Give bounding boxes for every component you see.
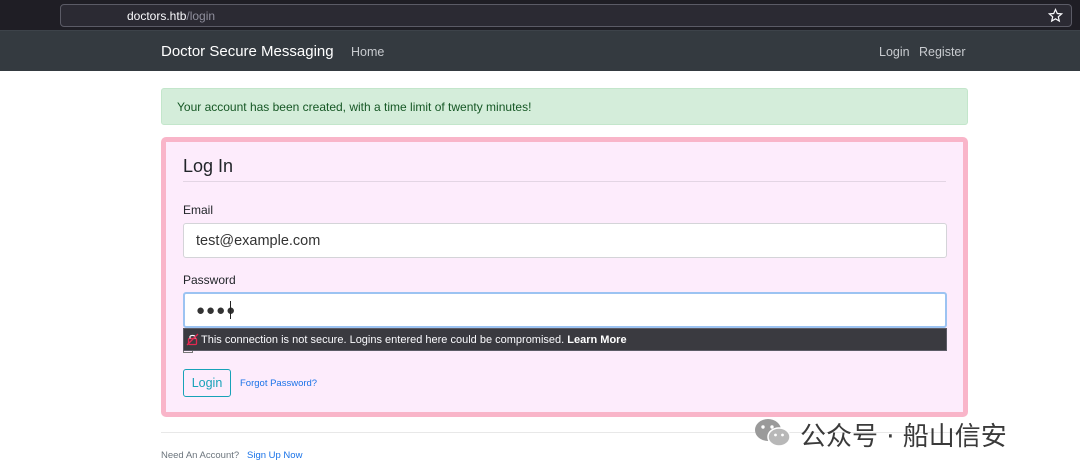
alert-message: Your account has been created, with a ti… [177, 100, 532, 114]
url-host: doctors.htb [127, 9, 187, 23]
nav-home-link[interactable]: Home [351, 45, 384, 59]
warning-message: This connection is not secure. Logins en… [201, 334, 565, 346]
warning-text: This connection is not secure. Logins en… [201, 334, 627, 346]
nav-login-link[interactable]: Login [879, 45, 910, 59]
bookmark-star-icon[interactable] [1048, 8, 1063, 23]
email-value: test@example.com [196, 233, 321, 249]
insecure-login-warning: This connection is not secure. Logins en… [183, 328, 947, 351]
forgot-password-link[interactable]: Forgot Password? [240, 378, 317, 389]
site-brand[interactable]: Doctor Secure Messaging [161, 43, 334, 60]
insecure-lock-icon [186, 333, 199, 346]
watermark-text: 公众号 · 船山信安 [800, 422, 1007, 452]
password-label: Password [183, 273, 236, 287]
login-form: Log In Email test@example.com Password ●… [161, 137, 968, 417]
legend-divider [183, 181, 946, 182]
wechat-logo-icon [755, 419, 791, 447]
success-alert: Your account has been created, with a ti… [161, 88, 968, 125]
email-field[interactable]: test@example.com [183, 223, 947, 258]
form-legend: Log In [183, 156, 234, 176]
signup-link[interactable]: Sign Up Now [247, 450, 302, 461]
password-field[interactable]: ●●●● [183, 292, 947, 328]
learn-more-link[interactable]: Learn More [567, 334, 626, 346]
email-label: Email [183, 203, 214, 217]
login-submit-button[interactable]: Login [183, 369, 231, 397]
need-account-text: Need An Account? [161, 450, 240, 461]
url-text[interactable]: doctors.htb/login [127, 9, 215, 23]
address-bar[interactable]: doctors.htb/login [60, 4, 1072, 27]
text-caret [230, 301, 231, 319]
nav-register-link[interactable]: Register [919, 45, 966, 59]
site-navbar: Doctor Secure Messaging Home Login Regis… [0, 30, 1080, 71]
url-path: /login [186, 9, 216, 23]
